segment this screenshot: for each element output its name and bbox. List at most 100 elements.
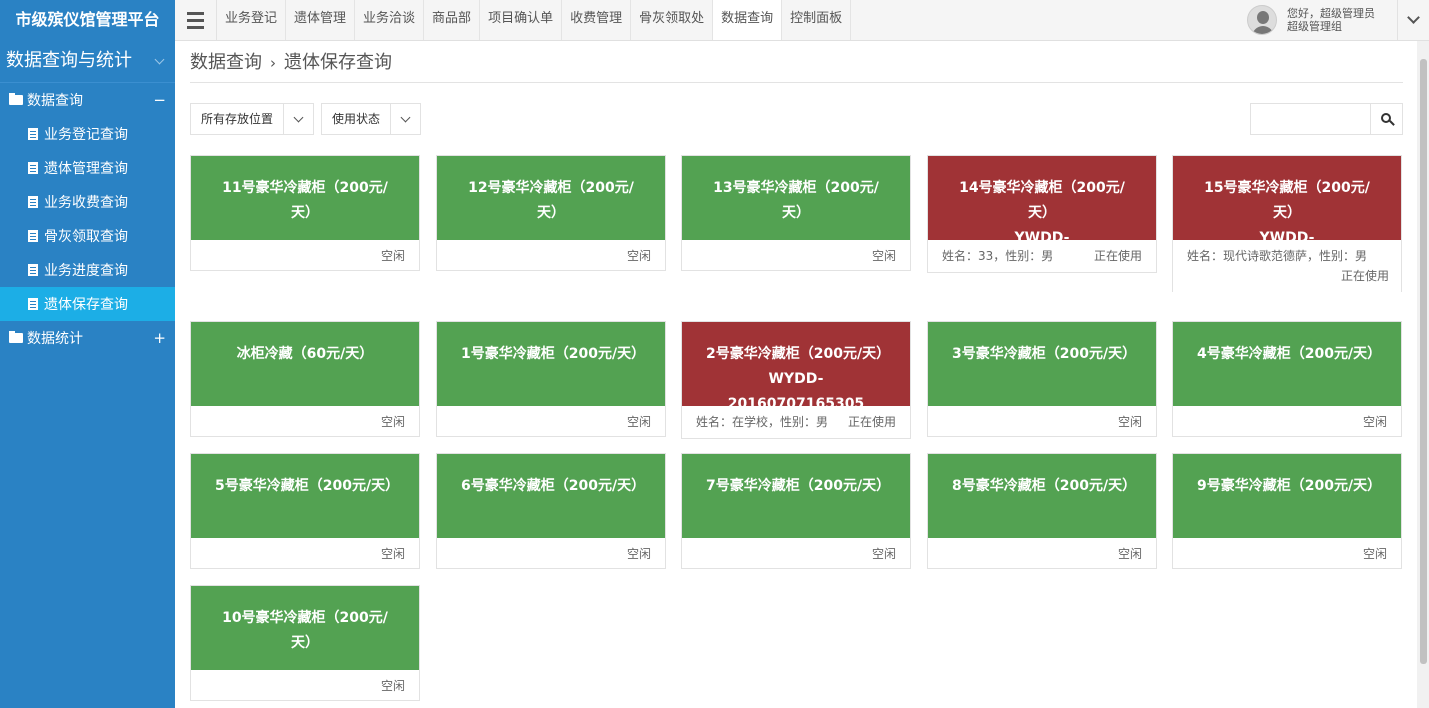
storage-card[interactable]: 1号豪华冷藏柜（200元/天） 空闲 (436, 321, 666, 437)
storage-card[interactable]: 12号豪华冷藏柜（200元/天） 空闲 (436, 155, 666, 271)
storage-card[interactable]: 7号豪华冷藏柜（200元/天） 空闲 (681, 453, 911, 569)
storage-card-header: 3号豪华冷藏柜（200元/天） (928, 322, 1156, 406)
storage-card[interactable]: 15号豪华冷藏柜（200元/天） YWDD-20160707163203 姓名：现代… (1172, 155, 1402, 292)
storage-card-footer: 姓名：现代诗歌范德萨，性别：男 正在使用 (1173, 240, 1401, 292)
user-greeting: 您好，超级管理员 (1287, 7, 1375, 20)
chevron-down-icon (400, 112, 411, 122)
sidebar-item-label: 遗体管理查询 (44, 161, 128, 177)
user-menu[interactable]: 您好，超级管理员 超级管理组 (1247, 0, 1429, 40)
storage-card-status: 空闲 (871, 249, 896, 263)
nav-item-business-negotiation[interactable]: 业务洽谈 (355, 0, 425, 40)
chevron-down-icon (1407, 11, 1420, 24)
scrollbar-thumb[interactable] (1420, 59, 1427, 664)
expand-icon[interactable]: + (153, 329, 166, 347)
storage-card-header: 10号豪华冷藏柜（200元/天） (191, 586, 419, 670)
storage-card-header: 5号豪华冷藏柜（200元/天） (191, 454, 419, 538)
storage-card-header: 4号豪华冷藏柜（200元/天） (1173, 322, 1401, 406)
storage-card-title: 7号豪华冷藏柜（200元/天） (706, 478, 891, 494)
sidebar-item-business-registration-query[interactable]: 业务登记查询 (0, 117, 175, 151)
scrollbar[interactable] (1417, 41, 1429, 708)
menu-toggle-button[interactable] (175, 0, 217, 40)
search-button[interactable] (1371, 104, 1402, 134)
search-box (1250, 103, 1403, 135)
storage-card[interactable]: 4号豪华冷藏柜（200元/天） 空闲 (1172, 321, 1402, 437)
storage-card-title: 2号豪华冷藏柜（200元/天） (706, 346, 891, 362)
breadcrumb-separator-icon: › (270, 54, 276, 72)
storage-card-header: 12号豪华冷藏柜（200元/天） (437, 156, 665, 240)
nav-item-ashes-pickup[interactable]: 骨灰领取处 (631, 0, 714, 40)
storage-card-footer: 空闲 (928, 406, 1156, 436)
storage-card[interactable]: 13号豪华冷藏柜（200元/天） 空闲 (681, 155, 911, 271)
document-icon (28, 196, 38, 208)
storage-card-status: 空闲 (626, 547, 651, 561)
storage-card[interactable]: 5号豪华冷藏柜（200元/天） 空闲 (190, 453, 420, 569)
storage-card-status: 空闲 (1362, 415, 1387, 429)
folder-icon (9, 93, 23, 105)
folder-icon (9, 331, 23, 343)
storage-card-footer: 正在使用 姓名：在学校，性别：男 (682, 406, 910, 438)
storage-card-header: 13号豪华冷藏柜（200元/天） (682, 156, 910, 240)
sidebar-group-data-statistics[interactable]: 数据统计 + (0, 321, 175, 355)
storage-card-header: 14号豪华冷藏柜（200元/天） YWDD-20160802135501 (928, 156, 1156, 271)
storage-card-title: 8号豪华冷藏柜（200元/天） (952, 478, 1137, 494)
sidebar-item-remains-management-query[interactable]: 遗体管理查询 (0, 151, 175, 185)
collapse-icon[interactable]: − (153, 91, 166, 109)
storage-card[interactable]: 6号豪华冷藏柜（200元/天） 空闲 (436, 453, 666, 569)
storage-card[interactable]: 11号豪华冷藏柜（200元/天） 空闲 (190, 155, 420, 271)
nav-item-data-query[interactable]: 数据查询 (713, 0, 783, 40)
main-content: 数据查询 › 遗体保存查询 所有存放位置 使用状态 11号豪华冷藏柜（200元/… (190, 41, 1403, 701)
user-dropdown-button[interactable] (1397, 0, 1429, 40)
storage-card[interactable]: 3号豪华冷藏柜（200元/天） 空闲 (927, 321, 1157, 437)
location-filter-select[interactable]: 所有存放位置 (190, 103, 315, 135)
chevron-down-icon (154, 54, 165, 64)
storage-card[interactable]: 2号豪华冷藏柜（200元/天） WYDD-20160707165305 正在使用 姓名… (681, 321, 911, 439)
sidebar-title: 数据查询与统计 (0, 40, 175, 83)
filter-bar: 所有存放位置 使用状态 (190, 103, 1403, 135)
storage-card[interactable]: 9号豪华冷藏柜（200元/天） 空闲 (1172, 453, 1402, 569)
storage-card-footer: 正在使用 姓名：33，性别：男 (928, 240, 1156, 272)
breadcrumb-parent[interactable]: 数据查询 (190, 41, 262, 82)
storage-card-header: 1号豪华冷藏柜（200元/天） (437, 322, 665, 406)
sidebar-item-label: 业务收费查询 (44, 195, 128, 211)
storage-card-footer: 空闲 (191, 538, 419, 568)
storage-card-header: 7号豪华冷藏柜（200元/天） (682, 454, 910, 538)
nav-item-business-registration[interactable]: 业务登记 (217, 0, 287, 40)
sidebar-item-label: 遗体保存查询 (44, 297, 128, 313)
app-brand: 市级殡仪馆管理平台 (0, 0, 175, 40)
sidebar-item-business-fee-query[interactable]: 业务收费查询 (0, 185, 175, 219)
storage-card-header: 15号豪华冷藏柜（200元/天） YWDD-20160707163203 (1173, 156, 1401, 271)
storage-card[interactable]: 冰柜冷藏（60元/天） 空闲 (190, 321, 420, 437)
document-icon (28, 128, 38, 140)
storage-card[interactable]: 14号豪华冷藏柜（200元/天） YWDD-20160802135501 正在使用 姓… (927, 155, 1157, 273)
sidebar-group-data-query[interactable]: 数据查询 − (0, 83, 175, 117)
storage-card-footer: 空闲 (928, 538, 1156, 568)
search-input[interactable] (1251, 104, 1371, 134)
storage-card[interactable]: 8号豪华冷藏柜（200元/天） 空闲 (927, 453, 1157, 569)
storage-card-title: 11号豪华冷藏柜（200元/天） (222, 180, 388, 221)
storage-card-footer: 空闲 (191, 670, 419, 700)
storage-card-footer: 空闲 (191, 406, 419, 436)
storage-card[interactable]: 10号豪华冷藏柜（200元/天） 空闲 (190, 585, 420, 701)
storage-card-header: 8号豪华冷藏柜（200元/天） (928, 454, 1156, 538)
sidebar-item-label: 业务进度查询 (44, 263, 128, 279)
storage-card-status: 空闲 (1362, 547, 1387, 561)
storage-card-title: 12号豪华冷藏柜（200元/天） (468, 180, 634, 221)
sidebar-item-label: 业务登记查询 (44, 127, 128, 143)
user-group: 超级管理组 (1287, 20, 1342, 33)
nav-item-remains-management[interactable]: 遗体管理 (286, 0, 356, 40)
storage-card-title: 4号豪华冷藏柜（200元/天） (1197, 346, 1382, 362)
storage-card-title: 6号豪华冷藏柜（200元/天） (461, 478, 646, 494)
sidebar-item-remains-storage-query[interactable]: 遗体保存查询 (0, 287, 175, 321)
sidebar-item-ashes-pickup-query[interactable]: 骨灰领取查询 (0, 219, 175, 253)
storage-card-footer: 空闲 (682, 240, 910, 270)
storage-card-occupant: 姓名：在学校，性别：男 (696, 415, 829, 429)
nav-item-billing[interactable]: 收费管理 (562, 0, 632, 40)
nav-item-project-confirmation[interactable]: 项目确认单 (480, 0, 563, 40)
document-icon (28, 162, 38, 174)
status-filter-select[interactable]: 使用状态 (321, 103, 422, 135)
nav-item-control-panel[interactable]: 控制面板 (782, 0, 852, 40)
sidebar-item-business-progress-query[interactable]: 业务进度查询 (0, 253, 175, 287)
top-navbar: 业务登记 遗体管理 业务洽谈 商品部 项目确认单 收费管理 骨灰领取处 数据查询… (175, 0, 1429, 41)
storage-card-title: 13号豪华冷藏柜（200元/天） (713, 180, 879, 221)
nav-item-goods[interactable]: 商品部 (424, 0, 481, 40)
